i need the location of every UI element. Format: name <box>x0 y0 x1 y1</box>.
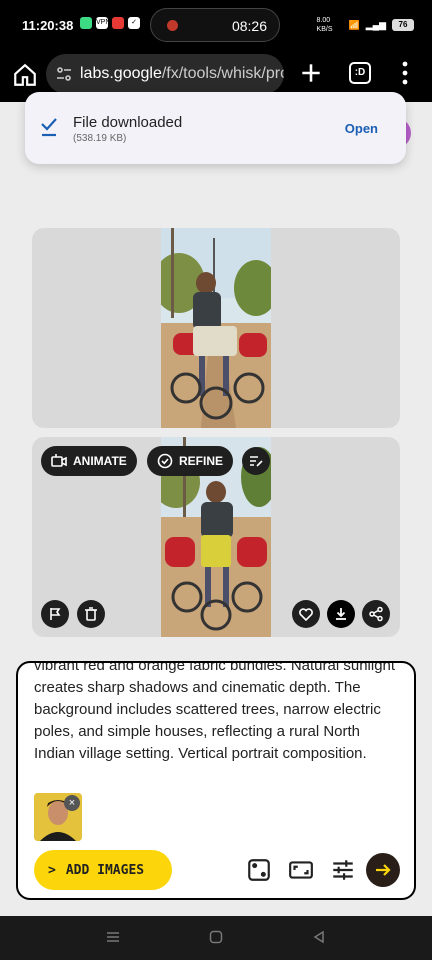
download-toast: File downloaded (538.19 KB) Open <box>25 92 406 164</box>
signal-icon: ▂▄▆ <box>365 19 386 30</box>
open-file-button[interactable]: Open <box>345 121 378 136</box>
report-button[interactable] <box>41 600 69 628</box>
more-menu-icon[interactable] <box>400 60 410 86</box>
add-images-label: ADD IMAGES <box>65 862 145 878</box>
refine-button[interactable]: REFINE <box>147 446 234 476</box>
tab-switcher-button[interactable]: :D <box>349 62 371 84</box>
app-icon <box>80 17 92 29</box>
address-bar[interactable]: labs.google/fx/tools/whisk/pro <box>46 54 284 94</box>
clock: 11:20:38 <box>22 18 74 33</box>
add-images-button[interactable]: > ADD IMAGES <box>34 850 172 890</box>
site-settings-icon[interactable] <box>56 66 72 82</box>
result-card-1[interactable] <box>32 228 400 428</box>
vpn-icon: VPN <box>96 17 110 29</box>
home-icon[interactable] <box>12 62 38 88</box>
dice-icon[interactable] <box>246 857 272 883</box>
share-button[interactable] <box>362 600 390 628</box>
remove-image-icon[interactable]: × <box>64 795 80 811</box>
youtube-icon <box>112 17 124 29</box>
edit-prompt-button[interactable] <box>242 447 270 475</box>
wifi-icon: 📶 <box>348 19 360 30</box>
check-circle-icon <box>157 453 173 469</box>
reference-image-thumbnail[interactable]: × <box>34 793 82 841</box>
video-camera-icon <box>51 454 67 467</box>
arrow-right-icon <box>376 864 391 876</box>
chevron-right-icon: > <box>48 862 56 878</box>
settings-sliders-icon[interactable] <box>330 857 356 883</box>
submit-button[interactable] <box>366 853 400 887</box>
animate-button[interactable]: ANIMATE <box>41 446 137 476</box>
toast-file-size: (538.19 KB) <box>73 133 127 144</box>
heart-icon <box>299 608 313 622</box>
status-bar: 11:20:38 VPN ✓ 08:26 8.00 KB/S 📶 ▂▄▆ 76 <box>0 0 432 50</box>
recording-pill[interactable]: 08:26 <box>150 8 280 42</box>
url-domain: labs.google <box>80 65 162 82</box>
refine-label: REFINE <box>179 454 224 468</box>
system-indicators: 8.00 KB/S 📶 ▂▄▆ 76 <box>317 16 414 34</box>
recent-apps-icon[interactable] <box>106 930 120 949</box>
favorite-button[interactable] <box>292 600 320 628</box>
aspect-ratio-icon[interactable] <box>288 857 314 883</box>
system-nav-bar <box>0 916 432 960</box>
toast-title: File downloaded <box>73 114 183 131</box>
back-icon[interactable] <box>312 930 326 949</box>
home-nav-icon[interactable] <box>209 930 223 949</box>
check-icon: ✓ <box>128 17 140 29</box>
share-icon <box>369 606 383 622</box>
notification-icons: VPN ✓ <box>80 17 140 29</box>
edit-notes-icon <box>250 456 263 467</box>
url-path: /fx/tools/whisk/pro <box>161 65 284 82</box>
net-speed: 8.00 KB/S <box>316 17 333 33</box>
trash-icon <box>85 607 97 621</box>
prompt-text[interactable]: vibrant red and orange fabric bundles. N… <box>34 663 404 765</box>
download-icon <box>336 608 346 620</box>
battery-icon: 76 <box>392 19 414 31</box>
generated-image-1[interactable] <box>161 228 271 428</box>
delete-button[interactable] <box>77 600 105 628</box>
record-dot-icon <box>167 20 178 31</box>
recording-timer: 08:26 <box>231 18 267 34</box>
animate-label: ANIMATE <box>73 454 127 468</box>
flag-icon <box>50 608 61 620</box>
new-tab-icon[interactable] <box>298 60 324 86</box>
download-complete-icon <box>41 118 57 137</box>
result-card-2[interactable]: ANIMATE REFINE <box>32 437 400 637</box>
prompt-box[interactable]: vibrant red and orange fabric bundles. N… <box>16 661 416 900</box>
download-button[interactable] <box>327 600 355 628</box>
